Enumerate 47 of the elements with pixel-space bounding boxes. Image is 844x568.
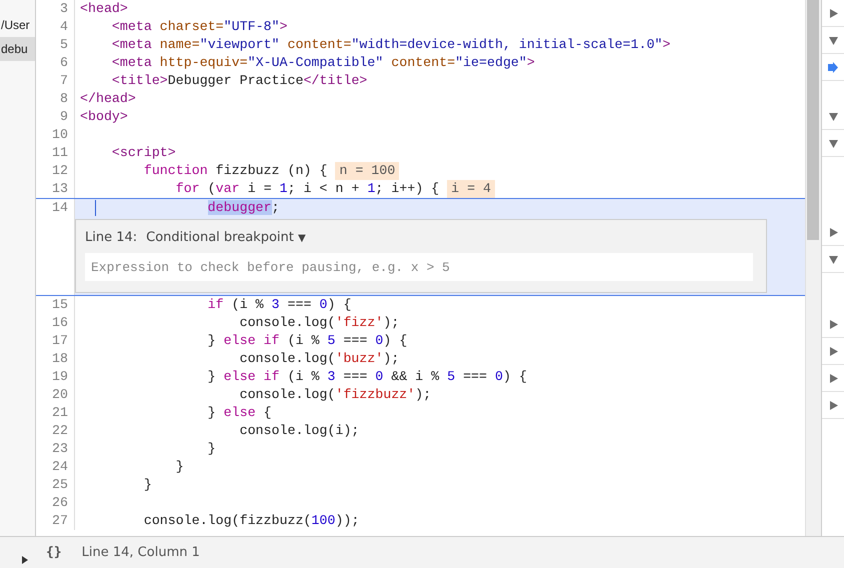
- code-line: <meta http-equiv="X-UA-Compatible" content="ie=edge">: [110, 54, 535, 72]
- inline-value: n = 100: [335, 162, 400, 180]
- code-line: <body>: [80, 108, 128, 126]
- file-item[interactable]: debu: [0, 37, 35, 61]
- line-number: 14: [36, 199, 75, 216]
- code-line: }: [174, 458, 184, 476]
- code-line: } else {: [206, 404, 272, 422]
- breakpoint-line-label: Line 14:: [85, 230, 138, 244]
- expand-triangle-icon[interactable]: [828, 374, 838, 382]
- condition-input-field[interactable]: Expression to check before pausing, e.g. x > 5: [85, 253, 753, 281]
- code-line: <script>: [110, 144, 176, 162]
- expand-triangle-icon[interactable]: [828, 228, 838, 236]
- code-line: console.log('fizz');: [238, 314, 400, 332]
- file-item[interactable]: /User: [0, 13, 35, 37]
- scrollbar-thumb[interactable]: [807, 0, 819, 240]
- collapse-triangle-icon[interactable]: [828, 112, 838, 120]
- code-line: <title>Debugger Practice</title>: [110, 72, 368, 90]
- collapse-triangle-icon[interactable]: [828, 254, 838, 264]
- expand-triangle-icon[interactable]: [828, 8, 838, 18]
- code-line: } else if (i % 5 === 0) {: [206, 332, 408, 350]
- code-line: console.log('buzz');: [238, 350, 400, 368]
- pretty-print-button[interactable]: {}: [46, 545, 62, 560]
- collapse-triangle-icon[interactable]: [828, 36, 838, 44]
- code-line: }: [142, 476, 152, 494]
- expand-triangle-icon[interactable]: [828, 400, 838, 410]
- code-line: } else if (i % 3 === 0 && i % 5 === 0) {: [206, 368, 527, 386]
- inline-value: i = 4: [447, 180, 496, 198]
- expand-triangle-icon[interactable]: [828, 320, 838, 328]
- code-line: console.log(i);: [238, 422, 360, 440]
- code-line: debugger;: [206, 199, 280, 216]
- cursor-position: Line 14, Column 1: [82, 545, 200, 560]
- code-line: }: [206, 440, 216, 458]
- collapse-triangle-icon[interactable]: [828, 138, 838, 148]
- text-cursor: [95, 200, 96, 216]
- expand-triangle-icon[interactable]: [828, 346, 838, 356]
- code-line: console.log('fizzbuzz');: [238, 386, 432, 404]
- breakpoint-type-dropdown[interactable]: Conditional breakpoint ▼: [146, 230, 306, 244]
- code-line: for (var i = 1; i < n + 1; i++) {: [174, 180, 440, 198]
- code-line: <head>: [80, 0, 128, 18]
- expand-arrow-icon[interactable]: [22, 556, 28, 564]
- scrollbar[interactable]: [805, 0, 821, 536]
- code-line: console.log(fizzbuzz(100));: [142, 512, 360, 530]
- code-line: <meta name="viewport" content="width=device-width, initial-scale=1.0">: [110, 36, 671, 54]
- code-line: <meta charset="UTF-8">: [110, 18, 288, 36]
- code-line: function fizzbuzz (n) {: [142, 162, 328, 180]
- code-line: </head>: [80, 90, 136, 108]
- code-line: if (i % 3 === 0) {: [206, 296, 352, 314]
